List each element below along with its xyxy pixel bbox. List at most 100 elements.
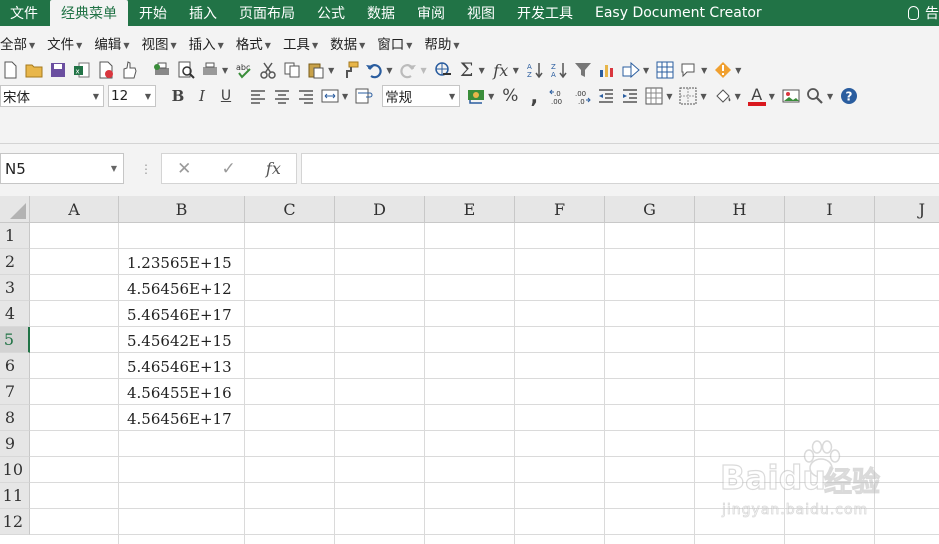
cell-B4[interactable]: 5.46546E+17 bbox=[127, 302, 245, 328]
cell-B8[interactable]: 4.56456E+17 bbox=[127, 406, 245, 432]
tab-formulas[interactable]: 公式 bbox=[306, 0, 356, 26]
row-header-6[interactable]: 6 bbox=[0, 353, 30, 379]
increase-decimal-icon[interactable]: .0.00 bbox=[548, 86, 568, 106]
zoom-search-icon[interactable] bbox=[805, 86, 825, 106]
menu-view[interactable]: 视图 ▼ bbox=[141, 33, 182, 53]
menu-tools[interactable]: 工具 ▼ bbox=[283, 33, 324, 53]
chevron-down-icon[interactable]: ▼ bbox=[479, 66, 485, 75]
decrease-decimal-icon[interactable]: .00.0 bbox=[572, 86, 592, 106]
table-grid-icon[interactable] bbox=[655, 60, 675, 80]
row-header-1[interactable]: 1 bbox=[0, 223, 30, 249]
font-color-button[interactable]: A bbox=[747, 86, 767, 106]
cut-icon[interactable] bbox=[258, 60, 278, 80]
merge-center-icon[interactable] bbox=[320, 86, 340, 106]
menu-edit[interactable]: 编辑 ▼ bbox=[94, 33, 135, 53]
chevron-down-icon[interactable]: ▼ bbox=[222, 66, 228, 75]
drawing-shapes-icon[interactable] bbox=[621, 60, 641, 80]
chevron-down-icon[interactable]: ▼ bbox=[769, 92, 775, 101]
fill-color-icon[interactable] bbox=[713, 86, 733, 106]
column-header-D[interactable]: D bbox=[335, 196, 425, 223]
row-header-8[interactable]: 8 bbox=[0, 405, 30, 431]
menu-insert[interactable]: 插入 ▼ bbox=[189, 33, 230, 53]
menu-window[interactable]: 窗口 ▼ bbox=[377, 33, 418, 53]
chevron-down-icon[interactable]: ▼ bbox=[666, 92, 672, 101]
tab-file[interactable]: 文件 bbox=[0, 0, 50, 26]
menu-file[interactable]: 文件 ▼ bbox=[47, 33, 88, 53]
tab-insert[interactable]: 插入 bbox=[178, 0, 228, 26]
column-header-I[interactable]: I bbox=[785, 196, 875, 223]
formula-input[interactable] bbox=[301, 153, 939, 184]
column-header-H[interactable]: H bbox=[695, 196, 785, 223]
print-icon[interactable] bbox=[152, 60, 172, 80]
row-header-9[interactable]: 9 bbox=[0, 431, 30, 457]
underline-button[interactable]: U bbox=[216, 86, 236, 106]
italic-button[interactable]: I bbox=[192, 86, 212, 106]
insert-function-button[interactable]: fx bbox=[266, 159, 281, 178]
cell-styles-icon[interactable] bbox=[644, 86, 664, 106]
wrap-text-icon[interactable] bbox=[354, 86, 374, 106]
autosum-icon[interactable]: Σ bbox=[457, 59, 477, 81]
copy-icon[interactable] bbox=[282, 60, 302, 80]
name-box[interactable]: N5 ▼ bbox=[0, 153, 124, 184]
column-header-B[interactable]: B bbox=[119, 196, 245, 223]
bold-button[interactable]: B bbox=[168, 86, 188, 106]
cell-B7[interactable]: 4.56455E+16 bbox=[127, 380, 245, 406]
close-file-icon[interactable] bbox=[96, 60, 116, 80]
column-header-C[interactable]: C bbox=[245, 196, 335, 223]
cell-B2[interactable]: 1.23565E+15 bbox=[127, 250, 245, 276]
tab-easy-document-creator[interactable]: Easy Document Creator bbox=[584, 0, 773, 26]
tab-data[interactable]: 数据 bbox=[356, 0, 406, 26]
tab-home[interactable]: 开始 bbox=[128, 0, 178, 26]
menu-help[interactable]: 帮助 ▼ bbox=[424, 33, 465, 53]
font-name-select[interactable]: 宋体 ▼ bbox=[0, 85, 104, 107]
enter-check-icon[interactable]: ✓ bbox=[222, 159, 236, 179]
column-header-A[interactable]: A bbox=[30, 196, 119, 223]
hyperlink-icon[interactable] bbox=[433, 60, 453, 80]
number-format-select[interactable]: 常规 ▼ bbox=[382, 85, 461, 107]
select-all-corner[interactable] bbox=[0, 196, 30, 223]
cell-B6[interactable]: 5.46546E+13 bbox=[127, 354, 245, 380]
chevron-down-icon[interactable]: ▼ bbox=[701, 66, 707, 75]
menu-all[interactable]: 全部 ▼ bbox=[0, 33, 41, 53]
open-folder-icon[interactable] bbox=[24, 60, 44, 80]
tab-page-layout[interactable]: 页面布局 bbox=[228, 0, 306, 26]
tab-developer[interactable]: 开发工具 bbox=[506, 0, 584, 26]
column-header-F[interactable]: F bbox=[515, 196, 605, 223]
permission-icon[interactable] bbox=[120, 60, 140, 80]
align-center-icon[interactable] bbox=[272, 86, 292, 106]
font-size-select[interactable]: 12 ▼ bbox=[108, 85, 156, 107]
tab-view[interactable]: 视图 bbox=[456, 0, 506, 26]
chevron-down-icon[interactable]: ▼ bbox=[827, 92, 833, 101]
chevron-down-icon[interactable]: ▼ bbox=[643, 66, 649, 75]
menu-format[interactable]: 格式 ▼ bbox=[236, 33, 277, 53]
borders-icon[interactable] bbox=[678, 86, 698, 106]
column-header-G[interactable]: G bbox=[605, 196, 695, 223]
chevron-down-icon[interactable]: ▼ bbox=[488, 92, 494, 101]
align-right-icon[interactable] bbox=[296, 86, 316, 106]
sort-descending-icon[interactable]: ZA bbox=[549, 60, 569, 80]
menu-data[interactable]: 数据 ▼ bbox=[330, 33, 371, 53]
chevron-down-icon[interactable]: ▼ bbox=[735, 92, 741, 101]
chevron-down-icon[interactable]: ▼ bbox=[735, 66, 741, 75]
picture-icon[interactable] bbox=[781, 86, 801, 106]
column-header-J[interactable]: J bbox=[875, 196, 939, 223]
cell-B3[interactable]: 4.56456E+12 bbox=[127, 276, 245, 302]
save-icon[interactable] bbox=[48, 60, 68, 80]
insert-function-icon[interactable]: fx bbox=[491, 60, 511, 80]
print-preview-icon[interactable] bbox=[176, 60, 196, 80]
paste-icon[interactable] bbox=[306, 60, 326, 80]
help-icon[interactable]: ? bbox=[839, 86, 859, 106]
chevron-down-icon[interactable]: ▼ bbox=[328, 66, 334, 75]
formula-bar-grip[interactable]: ⋮ bbox=[140, 162, 152, 176]
row-header-11[interactable]: 11 bbox=[0, 483, 30, 509]
chevron-down-icon[interactable]: ▼ bbox=[342, 92, 348, 101]
currency-format-icon[interactable] bbox=[466, 86, 486, 106]
filter-icon[interactable] bbox=[573, 60, 593, 80]
row-header-10[interactable]: 10 bbox=[0, 457, 30, 483]
undo-icon[interactable] bbox=[364, 60, 384, 80]
tab-review[interactable]: 审阅 bbox=[406, 0, 456, 26]
decrease-indent-icon[interactable] bbox=[596, 86, 616, 106]
new-file-icon[interactable] bbox=[0, 60, 20, 80]
cancel-icon[interactable]: ✕ bbox=[177, 159, 191, 179]
chevron-down-icon[interactable]: ▼ bbox=[386, 66, 392, 75]
